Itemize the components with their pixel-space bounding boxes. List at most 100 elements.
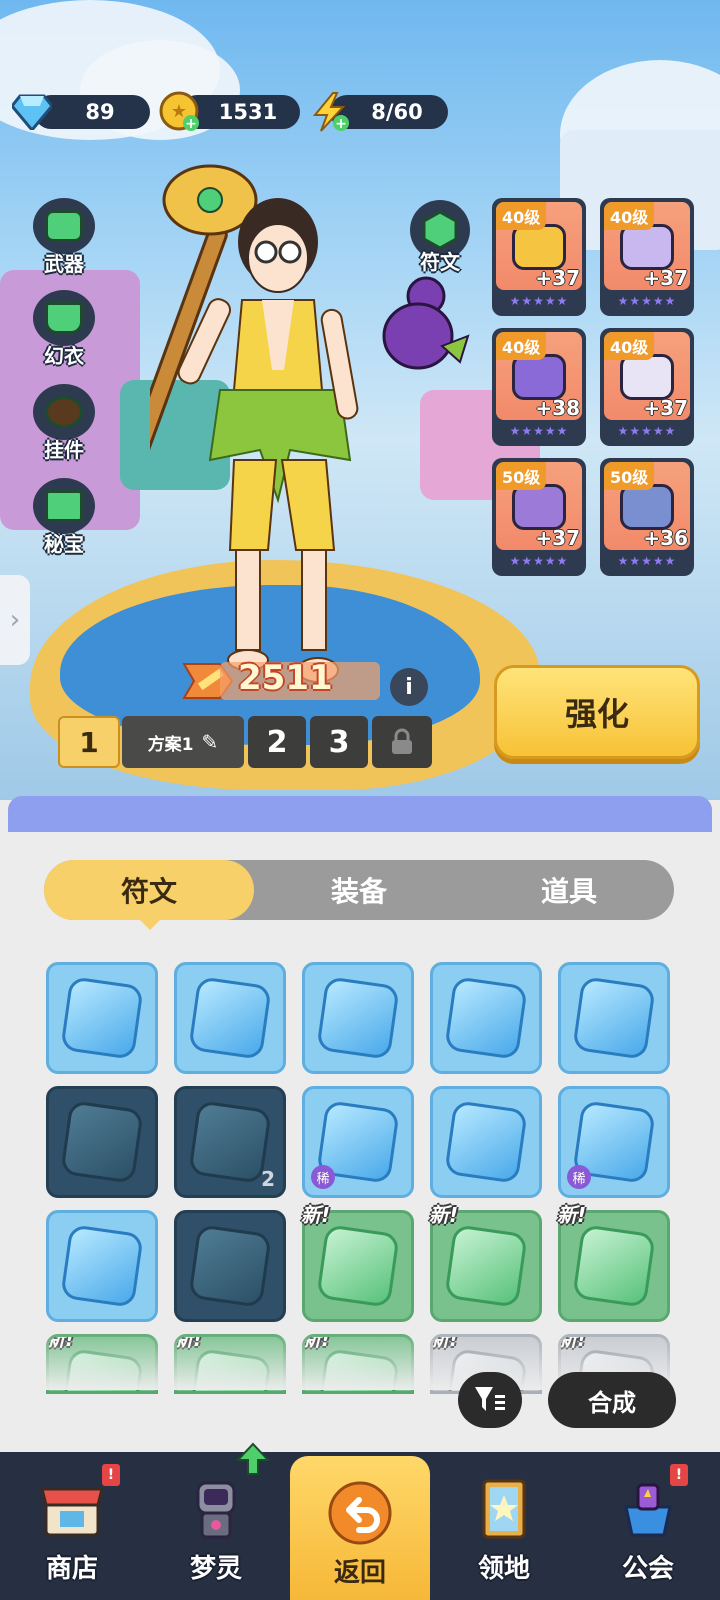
rune-slot[interactable]: 稀 <box>302 1086 414 1198</box>
nav-guild[interactable]: 公会 ! <box>576 1452 720 1600</box>
rune-slot[interactable] <box>174 962 286 1074</box>
equipment-plus: +37 <box>643 396 688 420</box>
rune-slot[interactable] <box>46 962 158 1074</box>
pendant-icon <box>33 384 95 440</box>
equipment-slot[interactable]: 50级 +36 ★★★★★ <box>600 458 694 576</box>
diamond-icon <box>10 90 54 134</box>
equipment-slot-face: 40级 +38 <box>496 332 582 420</box>
equipment-plus: +37 <box>535 266 580 290</box>
weapon-button[interactable]: 武器 <box>24 198 104 282</box>
shirt-icon <box>33 290 95 346</box>
bracer-icon <box>512 354 566 400</box>
rune-slot[interactable]: 新! <box>429 1203 542 1322</box>
armor-rune-icon <box>316 976 400 1060</box>
info-button[interactable]: i <box>390 668 428 706</box>
new-tag: 新! <box>429 1203 459 1227</box>
rare-tag: 稀 <box>567 1165 591 1189</box>
tab-equipment-label: 装备 <box>330 875 387 908</box>
guild-badge-text: ! <box>675 1467 683 1483</box>
svg-text:+: + <box>335 116 347 132</box>
coin-count: 1531 <box>218 100 278 124</box>
equipment-level: 40级 <box>496 202 547 230</box>
treasure-icon <box>33 478 95 534</box>
enhance-label: 强化 <box>564 695 629 733</box>
equipment-slot[interactable]: 40级 +37 ★★★★★ <box>492 198 586 316</box>
equipment-slot-face: 50级 +37 <box>496 462 582 550</box>
rune-slot[interactable] <box>302 962 414 1074</box>
rune-button[interactable]: 符文 <box>408 200 472 275</box>
svg-text:+: + <box>185 116 197 132</box>
pants-icon <box>620 354 674 400</box>
rune-slot[interactable] <box>430 1086 542 1198</box>
equipment-slot-face: 40级 +37 <box>496 202 582 290</box>
rune-slot[interactable]: 2 <box>174 1086 286 1198</box>
stamina-add-icon[interactable]: + <box>308 90 352 134</box>
bracer-rune-icon <box>60 1100 144 1184</box>
plan-name-button[interactable]: 方案1 ✎ <box>122 716 244 768</box>
rune-slot[interactable]: 新! <box>301 1203 414 1322</box>
side-drawer-handle[interactable]: › <box>0 575 30 665</box>
gourd-pendant-icon <box>382 276 470 370</box>
info-icon: i <box>405 674 413 700</box>
equipment-slot[interactable]: 40级 +37 ★★★★★ <box>600 198 694 316</box>
tab-items-label: 道具 <box>540 875 597 908</box>
equipment-slot[interactable]: 40级 +38 ★★★★★ <box>492 328 586 446</box>
nav-spirit[interactable]: 梦灵 <box>144 1442 288 1600</box>
plan-1-button[interactable]: 1 <box>58 716 120 768</box>
rune-slot[interactable] <box>430 962 542 1074</box>
tab-runes[interactable]: 符文 <box>44 860 254 920</box>
pendant-button[interactable]: 挂件 <box>24 384 104 468</box>
equipment-level: 40级 <box>496 332 547 360</box>
plan-2-button[interactable]: 2 <box>248 716 306 768</box>
filter-button[interactable] <box>458 1372 522 1428</box>
helmet-icon <box>512 224 566 270</box>
rune-slot[interactable] <box>174 1210 286 1322</box>
equipment-slot-face: 50级 +36 <box>604 462 690 550</box>
equipment-level: 50级 <box>604 462 655 490</box>
plan-1-number: 1 <box>79 725 99 759</box>
plan-locked-slot[interactable] <box>372 716 432 768</box>
nav-shop[interactable]: 商店 ! <box>0 1452 144 1600</box>
plan-3-number: 3 <box>328 724 350 760</box>
tab-equipment[interactable]: 装备 <box>254 860 464 920</box>
nav-shop-label: 商店 <box>45 1554 98 1584</box>
rune-slot[interactable]: 稀 <box>558 1086 670 1198</box>
equipment-slot[interactable]: 40级 +37 ★★★★★ <box>600 328 694 446</box>
treasure-label: 秘宝 <box>44 532 84 556</box>
bracer-rune-icon <box>572 976 656 1060</box>
power-value: 2511 <box>238 658 333 698</box>
up-arrow-icon <box>236 1442 270 1475</box>
hammer-icon <box>33 198 95 254</box>
nav-territory[interactable]: 领地 <box>432 1452 576 1600</box>
rune-slot[interactable] <box>46 1086 158 1198</box>
equipment-slot[interactable]: 50级 +37 ★★★★★ <box>492 458 586 576</box>
tab-items[interactable]: 道具 <box>464 860 674 920</box>
shoe-rune-icon <box>444 1100 528 1184</box>
treasure-button[interactable]: 秘宝 <box>24 478 104 562</box>
bracer-rune-icon <box>444 1224 528 1308</box>
equipment-plus: +36 <box>643 526 688 550</box>
equipment-level: 50级 <box>496 462 547 490</box>
coin-add-icon[interactable]: ★ + <box>158 90 202 134</box>
chevron-right-icon: › <box>9 605 21 635</box>
enhance-button[interactable]: 强化 <box>494 665 700 759</box>
nav-return[interactable]: 返回 <box>290 1456 430 1600</box>
plan-3-button[interactable]: 3 <box>310 716 368 768</box>
bracer-rune-icon <box>444 976 528 1060</box>
rune-slot[interactable] <box>558 962 670 1074</box>
panel-header-strip <box>8 796 712 832</box>
nav-return-label: 返回 <box>333 1558 386 1588</box>
rune-slot[interactable] <box>46 1210 158 1322</box>
guild-alert-badge: ! <box>670 1464 688 1486</box>
star-rating-icon: ★★★★★ <box>617 294 677 308</box>
star-rating-icon: ★★★★★ <box>509 424 569 438</box>
nav-guild-label: 公会 <box>621 1554 674 1584</box>
return-arrow-icon <box>325 1478 395 1548</box>
glove-rune-icon <box>188 1224 272 1308</box>
rune-slot[interactable]: 新! <box>557 1203 670 1322</box>
synthesize-button[interactable]: 合成 <box>548 1372 676 1428</box>
player-character <box>150 164 359 683</box>
armor-rune-icon <box>188 976 272 1060</box>
outfit-button[interactable]: 幻衣 <box>24 290 104 374</box>
robot-icon <box>181 1474 251 1544</box>
